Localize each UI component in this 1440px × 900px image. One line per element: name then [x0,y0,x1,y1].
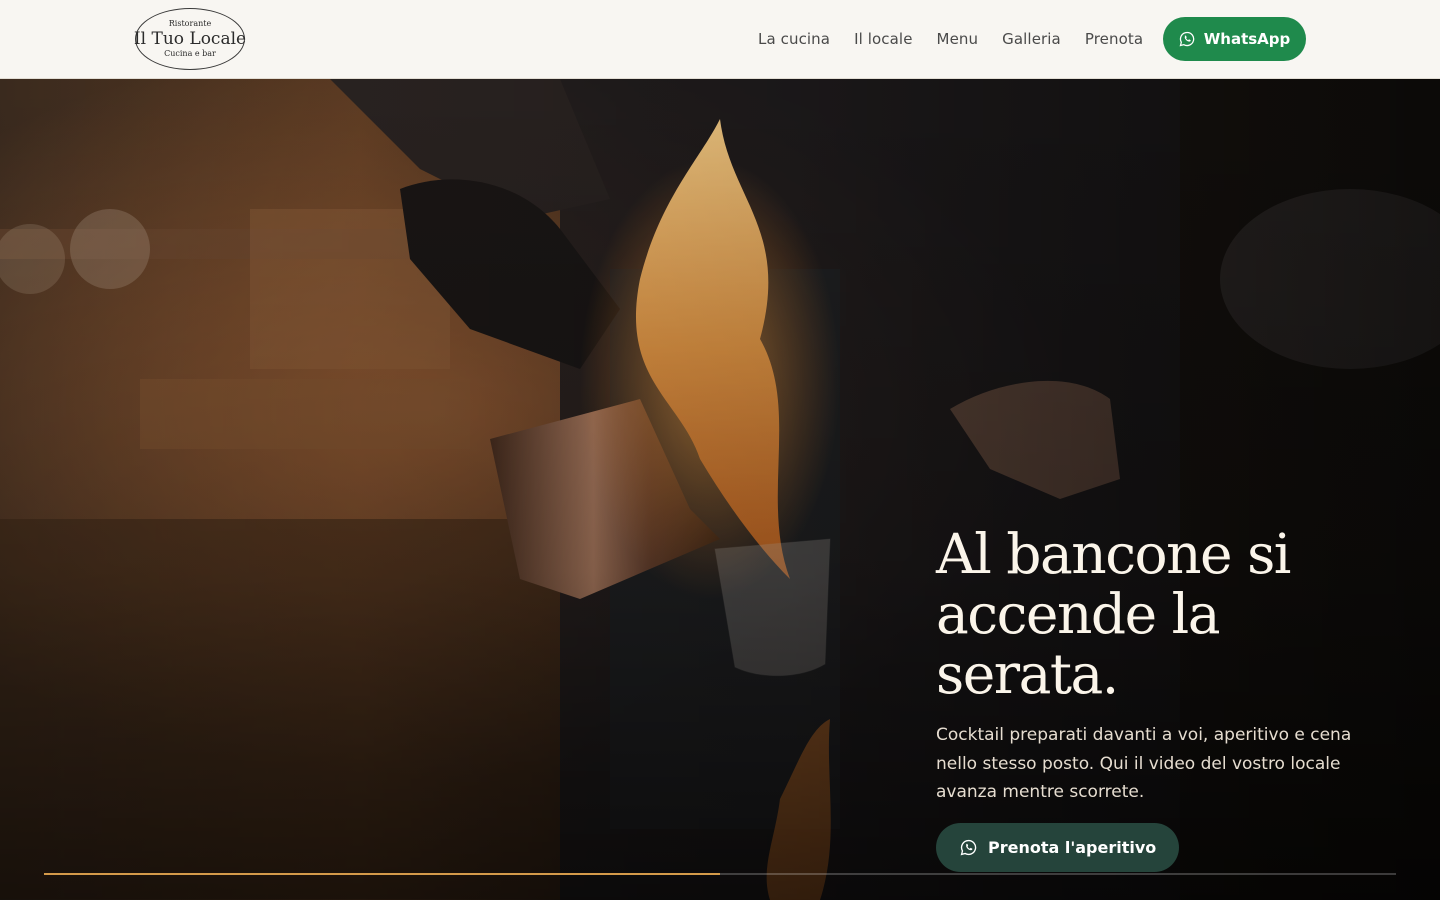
hero-section: Al bancone si accende la serata. Cocktai… [0,79,1440,900]
nav-item-la-cucina[interactable]: La cucina [758,30,830,48]
hero-description: Cocktail preparati davanti a voi, aperit… [936,725,1352,802]
hero-content: Al bancone si accende la serata. Cocktai… [936,524,1396,872]
site-header: Ristorante Il Tuo Locale Cucina e bar La… [0,0,1440,79]
logo-tagline-bottom: Cucina e bar [164,49,216,58]
whatsapp-icon [1179,31,1195,47]
book-aperitivo-button[interactable]: Prenota l'aperitivo [936,822,1180,872]
nav-item-prenota[interactable]: Prenota [1085,30,1143,48]
hero-headline: Al bancone si accende la serata. [936,522,1291,706]
brand-logo[interactable]: Ristorante Il Tuo Locale Cucina e bar [133,8,247,70]
main-nav: La cucina Il locale Menu Galleria Prenot… [758,0,1167,78]
nav-item-menu[interactable]: Menu [937,30,979,48]
nav-item-galleria[interactable]: Galleria [1002,30,1061,48]
video-progress-fill [44,873,720,875]
whatsapp-button-label: WhatsApp [1203,30,1291,48]
whatsapp-icon [960,839,977,855]
book-aperitivo-label: Prenota l'aperitivo [988,837,1157,857]
nav-item-il-locale[interactable]: Il locale [854,30,912,48]
logo-name: Il Tuo Locale [133,29,247,49]
logo-tagline-top: Ristorante [168,19,212,28]
video-progress-bar[interactable] [44,873,1396,875]
whatsapp-button[interactable]: WhatsApp [1163,17,1306,61]
